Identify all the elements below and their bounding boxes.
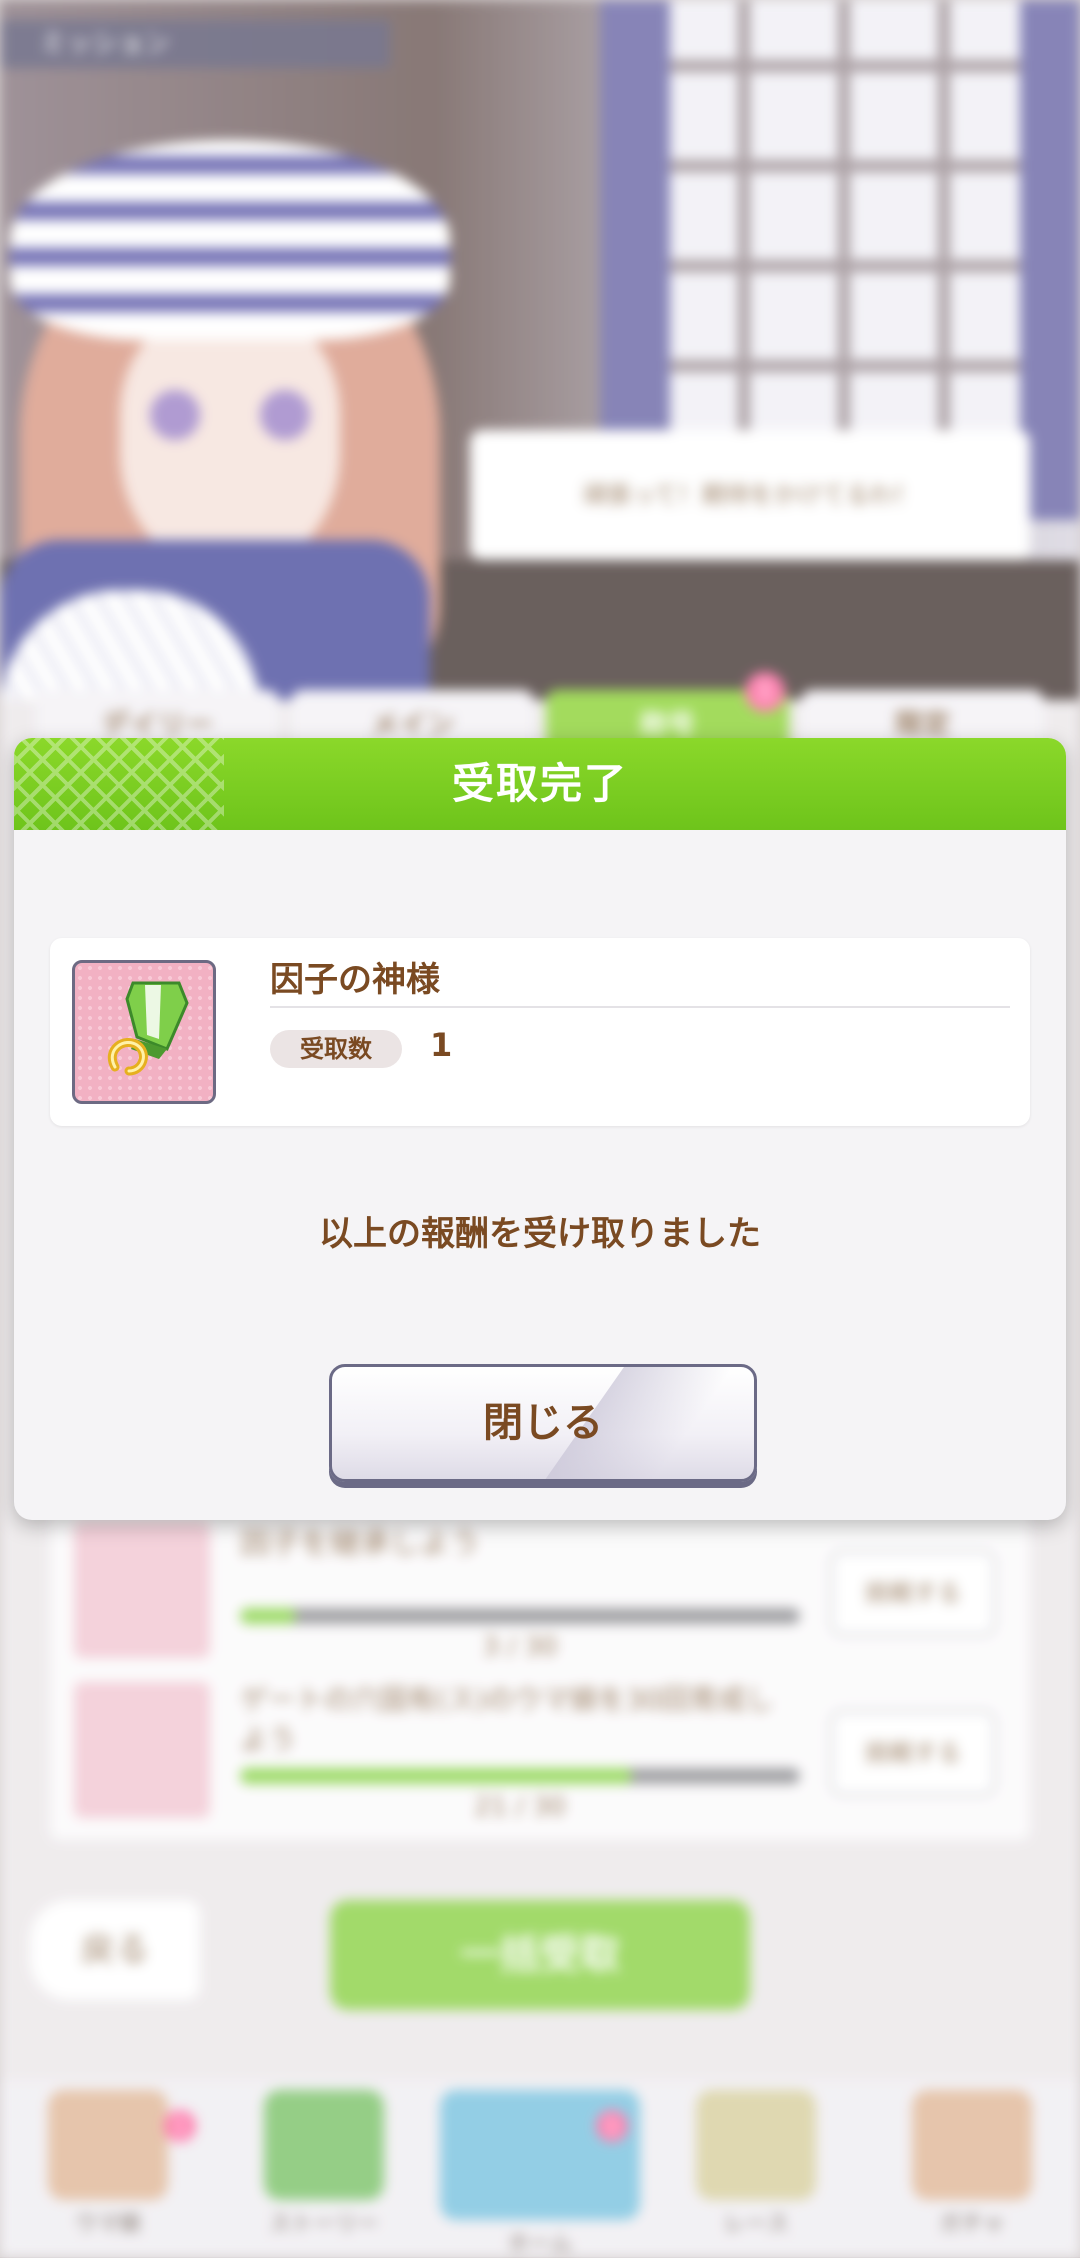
dialog-message: 以上の報酬を受け取りました xyxy=(319,1214,761,1254)
dialog-title: 受取完了 xyxy=(451,759,628,808)
quantity-value: 1 xyxy=(430,1026,453,1064)
reward-received-dialog: 受取完了 因子の神様 受取数 1 以上の報酬を受け取りました 閉じる xyxy=(14,738,1066,1520)
dialog-header: 受取完了 xyxy=(14,738,1066,830)
divider xyxy=(270,1006,1010,1008)
reward-name: 因子の神様 xyxy=(270,960,440,1000)
quantity-label: 受取数 xyxy=(270,1030,402,1068)
close-button-label: 閉じる xyxy=(483,1400,603,1446)
green-ribbon-horseshoe-icon xyxy=(72,960,216,1104)
reward-card: 因子の神様 受取数 1 xyxy=(50,938,1030,1126)
close-button[interactable]: 閉じる xyxy=(329,1364,757,1482)
